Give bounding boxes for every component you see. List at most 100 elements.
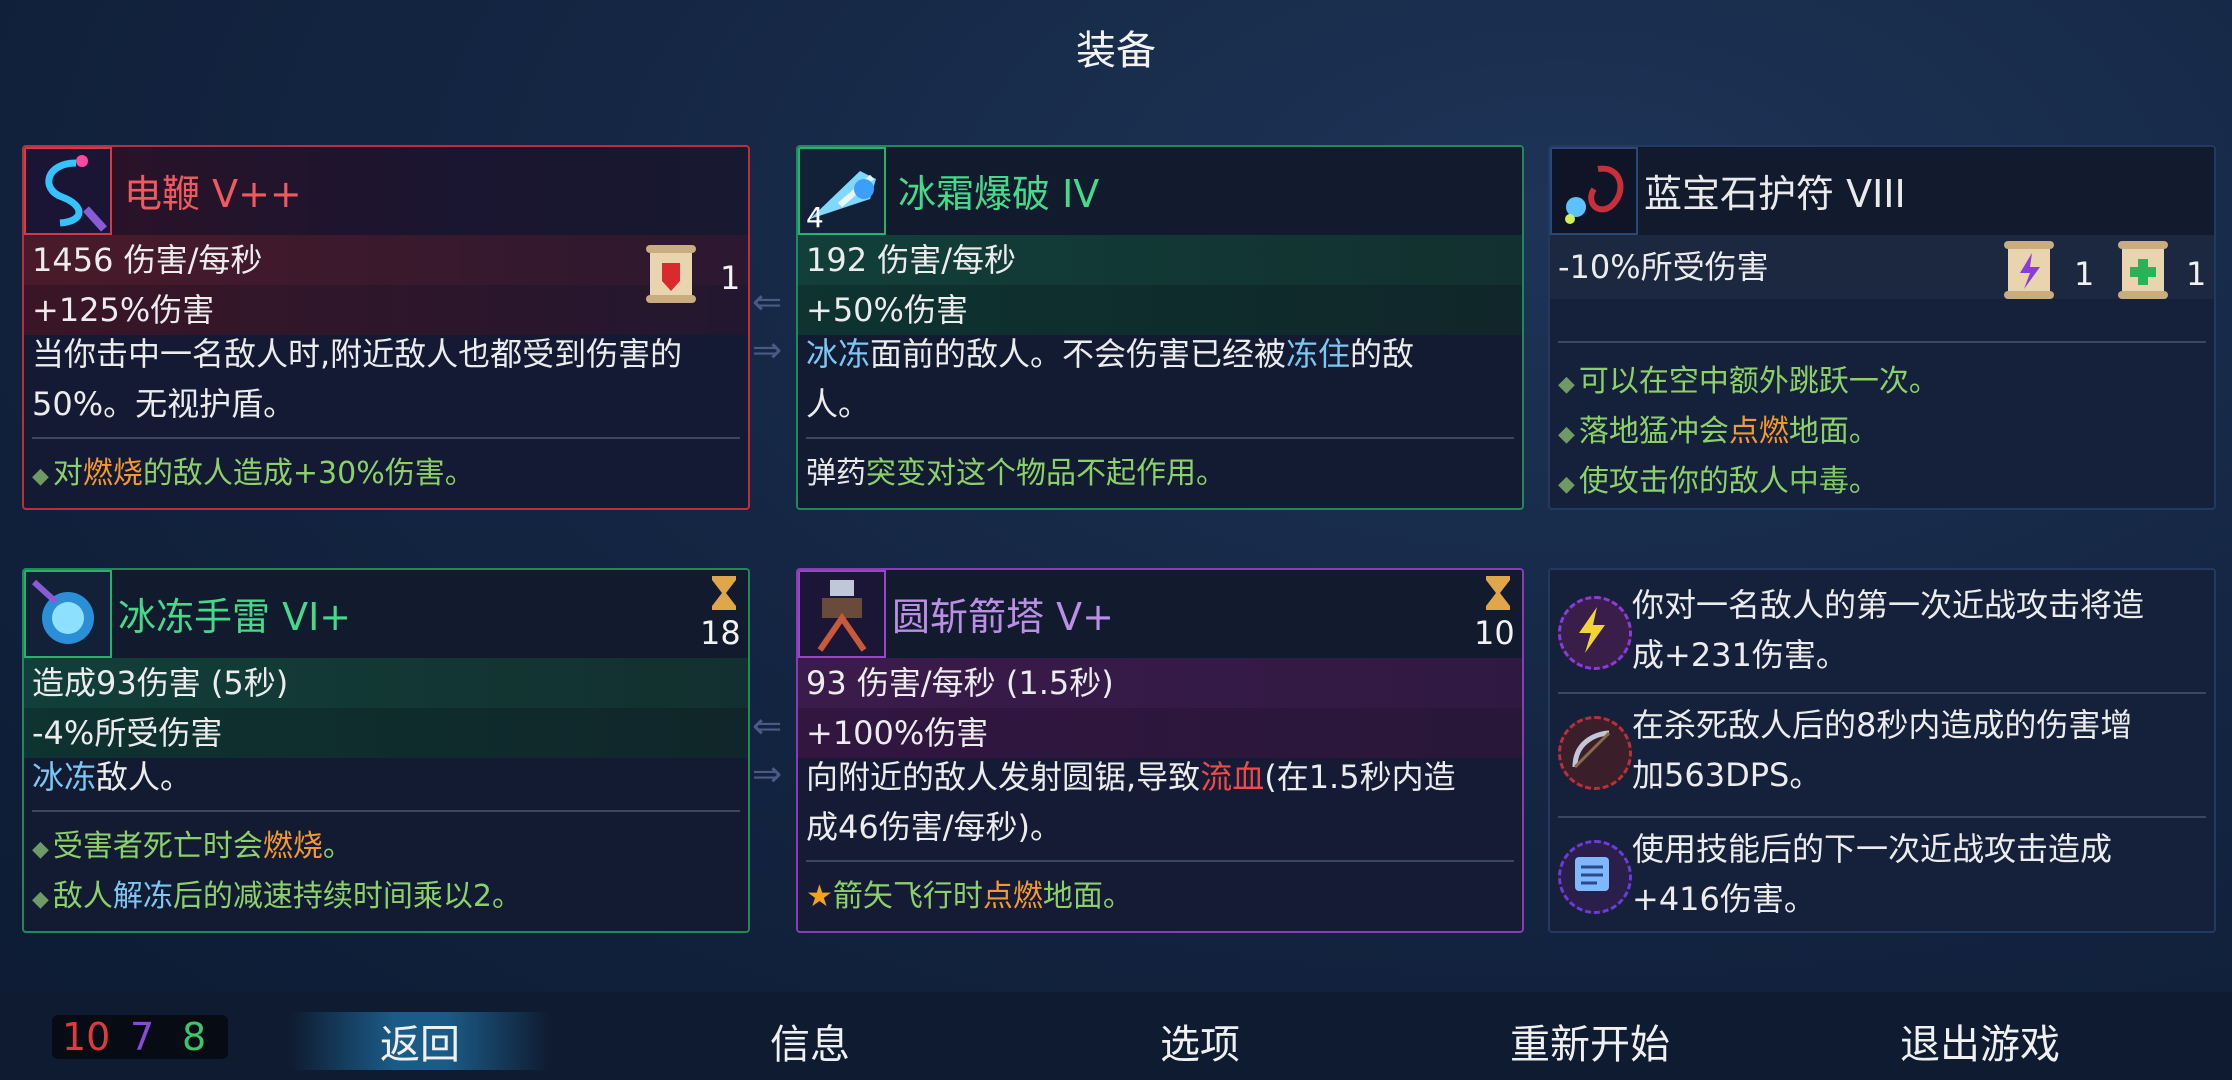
- description-text: 敌人。: [96, 758, 193, 796]
- mutation-line: 你对一名敌人的第一次近战攻击将造: [1632, 586, 2145, 624]
- electric-whip-icon: [24, 147, 112, 235]
- affix-text: 。: [1848, 464, 1879, 499]
- item-level-badge: 4: [806, 201, 824, 234]
- tactics-scroll-icon: [2002, 239, 2056, 301]
- description-line: 当你击中一名敌人时,附近敌人也都受到伤害的: [32, 335, 683, 373]
- swap-right-arrow-icon[interactable]: ⇒: [752, 754, 782, 795]
- divider: [1558, 341, 2206, 343]
- affix-text: 使攻击你的敌人: [1578, 464, 1789, 499]
- mutation-note: 弹药突变对这个物品不起作用。: [806, 449, 1226, 499]
- mutation-entry[interactable]: 你对一名敌人的第一次近战攻击将造 成+231伤害。: [1550, 580, 2214, 695]
- scroll-count: 1: [2074, 255, 2095, 293]
- item-name: 蓝宝石护符 VIII: [1644, 172, 1906, 216]
- mutation-line: 成+231伤害。: [1632, 636, 1848, 674]
- swap-left-arrow-icon[interactable]: ⇐: [752, 282, 782, 323]
- item-name: 冰霜爆破 IV: [898, 172, 1100, 216]
- affix-line: ★箭矢飞行时点燃地面。: [806, 872, 1133, 922]
- description-line: 冰冻面前的敌人。不会伤害已经被冻住的敌: [806, 329, 1512, 379]
- dps-stat: 192 伤害/每秒: [798, 235, 1522, 285]
- description-text: 向附近的敌人发射圆锯,导致: [806, 758, 1201, 796]
- back-button[interactable]: 返回: [290, 1012, 550, 1070]
- keyword-freeze: 冰冻: [806, 335, 871, 373]
- affix-line: ◆ 受害者死亡时会燃烧。: [32, 822, 353, 875]
- diamond-icon: ◆: [32, 464, 49, 489]
- quit-game-button[interactable]: 退出游戏: [1850, 1012, 2110, 1070]
- affix-text: 落地猛冲会: [1578, 414, 1729, 449]
- item-name: 电鞭 V++: [124, 172, 302, 216]
- amulet-icon: [1550, 147, 1638, 235]
- dps-stat: 93 伤害/每秒 (1.5秒): [798, 658, 1522, 708]
- affix-text: 地面。: [1042, 879, 1133, 914]
- damage-bonus-stat: +50%伤害: [798, 285, 1522, 335]
- scroll-count: 1: [2186, 255, 2207, 293]
- mutation-entry[interactable]: 在杀死敌人后的8秒内造成的伤害增 加563DPS。: [1550, 700, 2214, 815]
- divider: [32, 810, 740, 812]
- scroll-mutation-icon: [1558, 840, 1632, 914]
- description-line: 50%。无视护盾。: [32, 385, 296, 423]
- ice-grenade-icon: [24, 570, 112, 658]
- affix-keyword: 中毒: [1788, 464, 1849, 499]
- description-line: 人。: [806, 385, 871, 423]
- diamond-icon: ◆: [1558, 422, 1575, 447]
- options-button[interactable]: 选项: [1070, 1012, 1330, 1070]
- mutation-line: 加563DPS。: [1632, 756, 1822, 794]
- brutality-scroll-icon: [644, 243, 698, 305]
- item-card-frost-blast[interactable]: 4 冰霜爆破 IV 192 伤害/每秒 +50%伤害 冰冻面前的敌人。不会伤害已…: [796, 145, 1524, 510]
- diamond-icon: ◆: [1558, 472, 1575, 497]
- affix-keyword: 燃烧: [262, 829, 323, 864]
- bow-mutation-icon: [1558, 716, 1632, 790]
- cooldown-value: 10: [1474, 614, 1515, 652]
- tactics-count: 7: [130, 1015, 155, 1059]
- lightning-mutation-icon: [1558, 596, 1632, 670]
- divider: [806, 437, 1514, 439]
- item-description: 当你击中一名敌人时,附近敌人也都受到伤害的 50%。无视护盾。: [32, 329, 738, 429]
- affix-text: 箭矢飞行时: [832, 879, 983, 914]
- swap-left-arrow-icon[interactable]: ⇐: [752, 706, 782, 747]
- item-description: 冰冻面前的敌人。不会伤害已经被冻住的敌 人。: [806, 329, 1512, 429]
- scroll-count: 1: [720, 259, 741, 297]
- description-text: 的敌: [1350, 335, 1415, 373]
- restart-button[interactable]: 重新开始: [1460, 1012, 1720, 1070]
- affix-text: 后的减速持续时间乘以2。: [172, 879, 523, 914]
- diamond-icon: ◆: [32, 887, 49, 912]
- item-card-ice-grenade[interactable]: 冰冻手雷 VI+ 18 造成93伤害 (5秒) -4%所受伤害 冰冻敌人。 ◆ 受…: [22, 568, 750, 933]
- affix-text: 地面。: [1788, 414, 1879, 449]
- brutality-count: 10: [62, 1015, 111, 1059]
- keyword-freeze: 冰冻: [32, 758, 97, 796]
- diamond-icon: ◆: [32, 837, 49, 862]
- affix-line: ◆ 使攻击你的敌人中毒。: [1558, 457, 1879, 508]
- mutation-entry[interactable]: 使用技能后的下一次近战攻击造成 +416伤害。: [1550, 824, 2214, 931]
- survival-count: 8: [182, 1015, 207, 1059]
- mutations-panel: 你对一名敌人的第一次近战攻击将造 成+231伤害。 在杀死敌人后的8秒内造成的伤害…: [1548, 568, 2216, 933]
- item-card-electric-whip[interactable]: 电鞭 V++ 1456 伤害/每秒 +125%伤害 1 当你击中一名敌人时,附近…: [22, 145, 750, 510]
- item-description: 冰冻敌人。: [32, 752, 738, 802]
- divider: [806, 860, 1514, 862]
- mutation-text: 你对一名敌人的第一次近战攻击将造 成+231伤害。: [1632, 580, 2202, 680]
- mutation-text: 使用技能后的下一次近战攻击造成 +416伤害。: [1632, 824, 2202, 924]
- armor-stat: -10%所受伤害: [1550, 235, 2214, 299]
- frost-blast-icon: 4: [798, 147, 886, 235]
- info-button[interactable]: 信息: [680, 1012, 940, 1070]
- divider: [32, 437, 740, 439]
- keyword-bleed: 流血: [1200, 758, 1265, 796]
- mutation-line: +416伤害。: [1632, 880, 1816, 918]
- mutation-line: 使用技能后的下一次近战攻击造成: [1632, 830, 2113, 868]
- affix-line: ◆ 可以在空中额外跳跃一次。: [1558, 357, 1939, 410]
- affix-line: ◆ 对燃烧的敌人造成+30%伤害。: [32, 449, 475, 502]
- screen-title: 装备: [1076, 28, 1156, 74]
- item-card-sapphire-amulet[interactable]: 蓝宝石护符 VIII -10%所受伤害 1 1 ◆ 可以在空中额外跳跃一次。 ◆ 落…: [1548, 145, 2216, 510]
- damage-bonus-stat: +125%伤害: [24, 285, 748, 335]
- note-keyword: 突变对这个物品不起作用。: [866, 456, 1226, 491]
- swap-right-arrow-icon[interactable]: ⇒: [752, 330, 782, 371]
- affix-text: 的敌人造成+30%伤害。: [142, 456, 475, 491]
- mutation-text: 在杀死敌人后的8秒内造成的伤害增 加563DPS。: [1632, 700, 2202, 800]
- item-description: 向附近的敌人发射圆锯,导致流血(在1.5秒内造 成46伤害/每秒)。: [806, 752, 1512, 852]
- star-icon: ★: [806, 879, 833, 914]
- damage-stat: 造成93伤害 (5秒): [24, 658, 748, 708]
- affix-line: ◆ 落地猛冲会点燃地面。: [1558, 407, 1879, 460]
- item-card-sawblade-turret[interactable]: 圆斩箭塔 V+ 10 93 伤害/每秒 (1.5秒) +100%伤害 向附近的敌…: [796, 568, 1524, 933]
- description-text: 面前的敌人。不会伤害已经被: [870, 335, 1287, 373]
- stat-counters: 10 7 8: [52, 1015, 228, 1059]
- survival-scroll-icon: [2116, 239, 2170, 301]
- mutation-line: 在杀死敌人后的8秒内造成的伤害增: [1632, 706, 2133, 744]
